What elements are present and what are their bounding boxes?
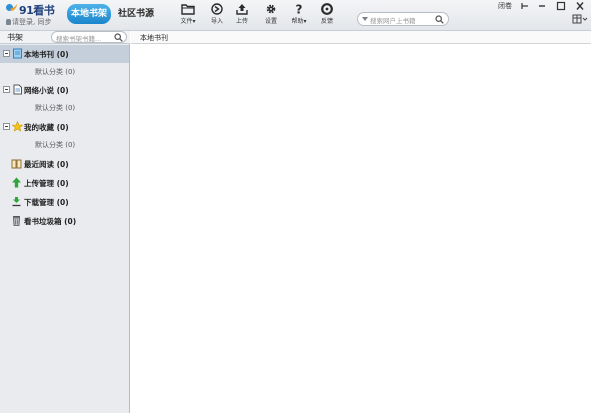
sidebar-item-label: 看书垃圾箱 (0) <box>24 217 77 226</box>
gear-icon <box>266 4 276 14</box>
minimize-icon[interactable] <box>536 1 548 11</box>
tab-local-shelf[interactable]: 本地书架 <box>67 4 111 24</box>
sidebar-item-favorites[interactable]: 我的收藏 (0) <box>0 118 129 136</box>
upload-label: 上传 <box>235 18 248 25</box>
tab-community-source[interactable]: 社区书源 <box>114 4 158 24</box>
download-arrow-icon <box>12 197 21 207</box>
bookshelf-sidebar: 书架 搜索书架书籍... 本地书刊 (0) 默认分类 (0) 网络小说 (0) … <box>0 31 130 413</box>
upload-arrow-icon <box>12 177 21 188</box>
sidebar-item-local-books[interactable]: 本地书刊 (0) <box>0 45 129 63</box>
view-mode-icon[interactable] <box>572 13 588 25</box>
sidebar-item-label: 下载管理 (0) <box>24 198 69 207</box>
bookshelf-content[interactable]: 本地书刊 <box>131 31 591 413</box>
feedback-label: 反馈 <box>320 18 333 25</box>
sidebar-item-label: 本地书刊 (0) <box>24 50 69 59</box>
sidebar-item-trash[interactable]: 看书垃圾箱 (0) <box>0 212 129 230</box>
import-button[interactable]: 导入 <box>204 3 230 29</box>
sidebar-item-label: 最近阅读 (0) <box>24 160 69 169</box>
settings-button[interactable]: 设置 <box>258 3 284 29</box>
help-menu-button[interactable]: ? 帮助▾ <box>286 3 312 29</box>
sidebar-subitem-favorites-default[interactable]: 默认分类 (0) <box>0 136 129 154</box>
help-icon: ? <box>296 3 303 15</box>
svg-text:?: ? <box>296 3 303 15</box>
local-books-icon <box>13 48 22 59</box>
sidebar-item-label: 上传管理 (0) <box>24 179 69 188</box>
app-logo: 91看书 请登录, 同步 <box>4 1 66 29</box>
star-icon <box>12 121 23 132</box>
sidebar-subitem-label: 默认分类 (0) <box>35 104 76 112</box>
maximize-icon[interactable] <box>555 1 567 11</box>
login-text[interactable]: 请登录, 同步 <box>12 18 51 26</box>
folder-icon <box>181 4 195 15</box>
shelf-search-input[interactable]: 搜索书架书籍... <box>56 33 101 43</box>
sidebar-title: 书架 <box>7 33 23 42</box>
user-icon <box>6 19 11 25</box>
sidebar-item-upload-manager[interactable]: 上传管理 (0) <box>0 174 129 192</box>
window-user-label[interactable]: 闭卷 <box>498 1 512 11</box>
sidebar-item-label: 我的收藏 (0) <box>24 123 69 132</box>
collapse-toggle-icon[interactable] <box>3 50 10 57</box>
search-icon[interactable] <box>114 33 123 42</box>
pin-icon[interactable] <box>519 1 531 11</box>
feedback-button[interactable]: 反馈 <box>314 3 340 29</box>
search-icon[interactable] <box>435 15 444 24</box>
import-icon <box>211 3 223 15</box>
login-link[interactable]: 请登录, 同步 <box>6 17 51 27</box>
content-header: 本地书刊 <box>131 31 591 44</box>
sidebar-header: 书架 搜索书架书籍... <box>0 31 130 44</box>
sidebar-item-web-novels[interactable]: 网络小说 (0) <box>0 81 129 99</box>
file-menu-button[interactable]: 文件▾ <box>175 3 201 29</box>
sidebar-subitem-local-default[interactable]: 默认分类 (0) <box>0 63 129 81</box>
logo-mark-icon <box>6 4 17 11</box>
web-novel-icon <box>13 84 22 95</box>
sidebar-subitem-label: 默认分类 (0) <box>35 68 76 76</box>
sidebar-subitem-label: 默认分类 (0) <box>35 141 76 149</box>
sidebar-item-recent[interactable]: 最近阅读 (0) <box>0 155 129 173</box>
upload-icon <box>236 4 248 15</box>
shelf-search-box[interactable]: 搜索书架书籍... <box>51 31 127 43</box>
file-menu-label: 文件▾ <box>180 18 196 25</box>
upload-button[interactable]: 上传 <box>229 3 255 29</box>
chevron-down-icon[interactable] <box>362 17 368 21</box>
online-search-box[interactable]: 搜索网户上书籍 <box>357 12 449 26</box>
online-search-input[interactable]: 搜索网户上书籍 <box>370 15 416 25</box>
help-menu-label: 帮助▾ <box>291 18 307 25</box>
top-bar: 91看书 请登录, 同步 本地书架 社区书源 文件▾ 导入 上传 设置 ? 帮助… <box>0 0 591 31</box>
open-book-icon <box>11 159 22 169</box>
content-title: 本地书刊 <box>140 34 168 42</box>
close-icon[interactable] <box>574 1 586 11</box>
trash-icon <box>13 216 20 226</box>
logo-text: 91看书 <box>19 4 55 17</box>
settings-label: 设置 <box>264 18 277 25</box>
import-label: 导入 <box>210 18 223 25</box>
collapse-toggle-icon[interactable] <box>3 123 10 130</box>
sidebar-item-download-manager[interactable]: 下载管理 (0) <box>0 193 129 211</box>
sidebar-subitem-web-default[interactable]: 默认分类 (0) <box>0 99 129 117</box>
collapse-toggle-icon[interactable] <box>3 86 10 93</box>
feedback-icon <box>321 3 333 15</box>
sidebar-item-label: 网络小说 (0) <box>24 86 69 95</box>
